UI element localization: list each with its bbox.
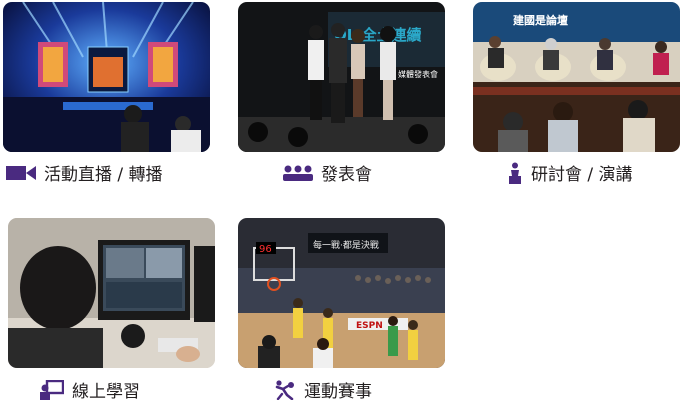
live-broadcast-caption: 活動直播 / 轉播 bbox=[6, 160, 163, 185]
launch-banner-text: OL 全土連續 bbox=[334, 26, 422, 44]
press-launch-label: 發表會 bbox=[321, 165, 372, 185]
video-camera-icon bbox=[6, 164, 36, 182]
online-learning-caption: 線上學習 bbox=[40, 377, 140, 402]
audience-icon bbox=[283, 164, 313, 182]
seminar-label: 研討會 / 演講 bbox=[531, 165, 633, 185]
press-launch-photo: OL 全土連續 媒體發表會 bbox=[238, 2, 445, 152]
online-teacher-icon bbox=[40, 379, 64, 400]
sports-icon bbox=[274, 379, 296, 400]
seminar-photo: 建國是論壇 bbox=[473, 2, 680, 152]
press-launch-caption: 發表會 bbox=[283, 160, 372, 185]
scoreboard-text: 96 bbox=[259, 244, 272, 255]
online-learning-label: 線上學習 bbox=[72, 382, 140, 402]
forum-banner-text: 建國是論壇 bbox=[513, 13, 568, 27]
sports-label: 運動賽事 bbox=[304, 382, 372, 402]
online-learning-photo bbox=[8, 218, 215, 368]
launch-sub-text: 媒體發表會 bbox=[398, 69, 438, 79]
live-broadcast-label: 活動直播 / 轉播 bbox=[44, 165, 163, 185]
sports-photo: 每一戰‧都是決戰 96 ESPN bbox=[238, 218, 445, 368]
court-brand-text: ESPN bbox=[356, 321, 383, 331]
speaker-podium-icon bbox=[507, 162, 523, 184]
sports-banner-text: 每一戰‧都是決戰 bbox=[313, 239, 379, 251]
live-broadcast-photo bbox=[3, 2, 210, 152]
seminar-caption: 研討會 / 演講 bbox=[507, 160, 633, 185]
sports-caption: 運動賽事 bbox=[274, 377, 372, 402]
